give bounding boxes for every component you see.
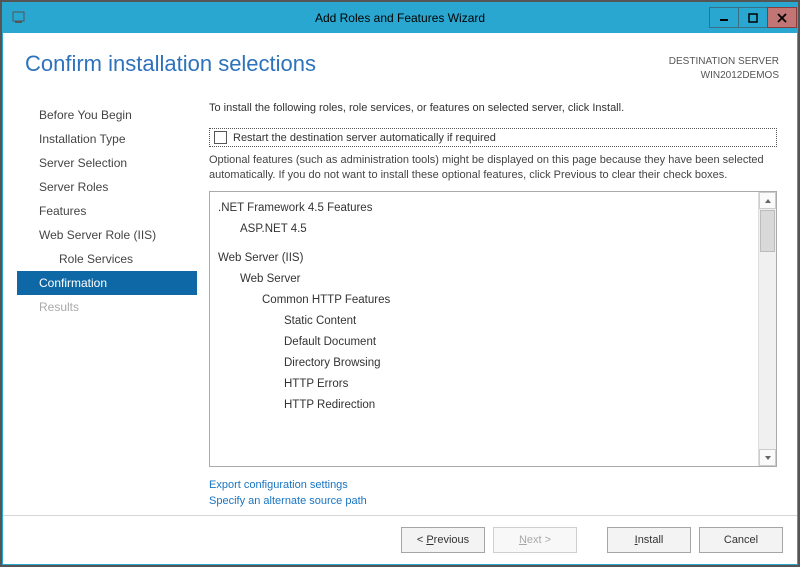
- install-button[interactable]: Install: [607, 527, 691, 553]
- titlebar[interactable]: Add Roles and Features Wizard: [3, 3, 797, 33]
- nav-item-features[interactable]: Features: [17, 199, 197, 223]
- content-panel: To install the following roles, role ser…: [197, 101, 783, 515]
- window-controls: [710, 7, 797, 29]
- selection-item: Static Content: [218, 311, 750, 332]
- scroll-thumb[interactable]: [760, 210, 775, 252]
- alternate-source-link[interactable]: Specify an alternate source path: [209, 493, 777, 509]
- instruction-text: To install the following roles, role ser…: [209, 101, 777, 116]
- selection-item: HTTP Errors: [218, 374, 750, 395]
- selection-item: .NET Framework 4.5 Features: [218, 198, 750, 219]
- restart-checkbox[interactable]: [214, 131, 227, 144]
- main-area: Before You BeginInstallation TypeServer …: [17, 101, 783, 515]
- nav-item-results: Results: [17, 295, 197, 319]
- selection-item: Web Server: [218, 269, 750, 290]
- page-title: Confirm installation selections: [25, 51, 669, 77]
- maximize-button[interactable]: [738, 7, 768, 28]
- nav-item-server-roles[interactable]: Server Roles: [17, 175, 197, 199]
- optional-note: Optional features (such as administratio…: [209, 153, 777, 183]
- window-title: Add Roles and Features Wizard: [3, 11, 797, 25]
- footer-buttons: < Previous Next > Install Cancel: [3, 515, 797, 564]
- window-body: Confirm installation selections DESTINAT…: [3, 33, 797, 515]
- scroll-down-arrow-icon[interactable]: [759, 449, 776, 466]
- wizard-nav: Before You BeginInstallation TypeServer …: [17, 101, 197, 515]
- wizard-window: Add Roles and Features Wizard Confirm in…: [2, 2, 798, 565]
- selection-item: Default Document: [218, 332, 750, 353]
- selection-item: Web Server (IIS): [218, 248, 750, 269]
- selections-content: .NET Framework 4.5 FeaturesASP.NET 4.5 We…: [210, 192, 758, 466]
- nav-item-confirmation[interactable]: Confirmation: [17, 271, 197, 295]
- app-icon: [11, 10, 27, 26]
- previous-button[interactable]: < Previous: [401, 527, 485, 553]
- destination-label: DESTINATION SERVER: [669, 55, 779, 69]
- selections-listbox: .NET Framework 4.5 FeaturesASP.NET 4.5 We…: [209, 191, 777, 467]
- nav-item-before-you-begin[interactable]: Before You Begin: [17, 103, 197, 127]
- minimize-button[interactable]: [709, 7, 739, 28]
- export-settings-link[interactable]: Export configuration settings: [209, 477, 777, 493]
- destination-info: DESTINATION SERVER WIN2012DEMOS: [669, 51, 779, 83]
- selection-item: HTTP Redirection: [218, 395, 750, 416]
- header-row: Confirm installation selections DESTINAT…: [25, 51, 779, 83]
- restart-checkbox-row[interactable]: Restart the destination server automatic…: [209, 128, 777, 147]
- cancel-button[interactable]: Cancel: [699, 527, 783, 553]
- selection-item: ASP.NET 4.5: [218, 219, 750, 240]
- nav-item-role-services[interactable]: Role Services: [17, 247, 197, 271]
- nav-item-installation-type[interactable]: Installation Type: [17, 127, 197, 151]
- nav-item-server-selection[interactable]: Server Selection: [17, 151, 197, 175]
- selection-item: Directory Browsing: [218, 353, 750, 374]
- links-area: Export configuration settings Specify an…: [209, 477, 777, 509]
- close-button[interactable]: [767, 7, 797, 28]
- restart-label: Restart the destination server automatic…: [233, 132, 496, 144]
- scroll-up-arrow-icon[interactable]: [759, 192, 776, 209]
- next-button: Next >: [493, 527, 577, 553]
- nav-item-web-server-role-iis-[interactable]: Web Server Role (IIS): [17, 223, 197, 247]
- selection-item: Common HTTP Features: [218, 290, 750, 311]
- scrollbar[interactable]: [758, 192, 776, 466]
- destination-server: WIN2012DEMOS: [669, 69, 779, 83]
